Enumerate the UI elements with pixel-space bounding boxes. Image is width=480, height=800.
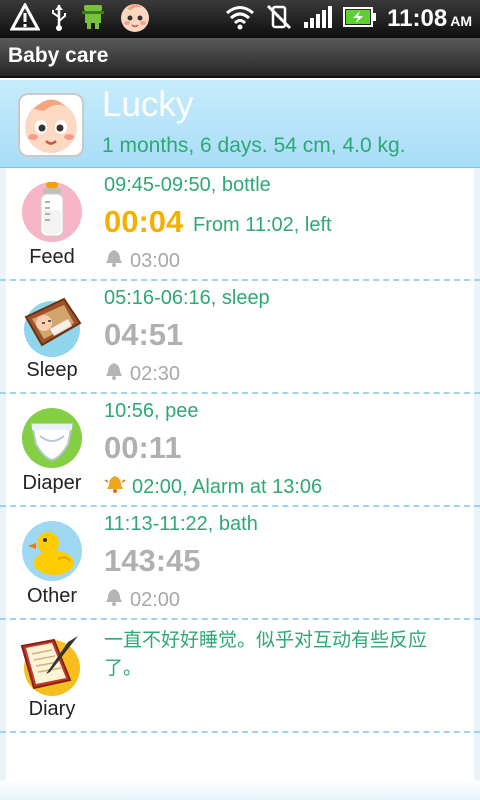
signal-icon	[303, 4, 333, 34]
app-title-bar: Baby care	[0, 38, 480, 78]
alarm-info[interactable]: 02:00	[104, 587, 180, 613]
entry-summary: 09:45-09:50, bottle	[104, 174, 271, 196]
baby-name: Lucky	[102, 85, 194, 124]
elapsed-timer: 00:11	[104, 430, 182, 465]
warning-icon	[9, 1, 41, 35]
alarm-text: 02:00, Alarm at 13:06	[132, 475, 323, 498]
vibrate-icon	[265, 3, 293, 35]
baby-avatar[interactable]	[18, 93, 84, 157]
alarm-text: 02:00	[130, 588, 181, 611]
entry-summary: 10:56, pee	[104, 400, 199, 422]
entry-summary: 11:13-11:22, bath	[104, 513, 258, 535]
diaper-icon	[20, 406, 84, 470]
bell-active-icon	[104, 474, 126, 500]
category-label: Feed	[29, 246, 75, 268]
list-item-other[interactable]: Other 11:13-11:22, bath 143:45 02:00	[0, 507, 480, 620]
elapsed-timer: 04:51	[104, 317, 184, 352]
entry-detail: From 11:02, left	[193, 214, 332, 236]
list-item-diaper[interactable]: Diaper 10:56, pee 00:11 02:00, Alarm at …	[0, 394, 480, 507]
clock-ampm: AM	[450, 13, 472, 29]
bell-icon	[104, 587, 124, 613]
bell-icon	[104, 361, 124, 387]
category-label: Diaper	[22, 472, 82, 494]
android-icon	[78, 2, 108, 36]
category-label: Other	[26, 585, 78, 607]
duck-icon	[20, 519, 84, 583]
battery-charging-icon	[343, 6, 377, 32]
bell-icon	[104, 248, 124, 274]
app-baby-icon	[118, 0, 152, 38]
list-item-sleep[interactable]: Sleep 05:16-06:16, sleep 04:51 02:30	[0, 281, 480, 394]
alarm-text: 03:00	[130, 249, 181, 272]
bottle-icon	[20, 180, 84, 244]
elapsed-timer: 00:04	[104, 204, 184, 239]
app-title: Baby care	[8, 44, 109, 67]
notebook-icon	[20, 632, 84, 696]
entry-summary: 05:16-06:16, sleep	[104, 287, 270, 309]
list-bottom-edge	[0, 780, 480, 800]
crib-icon	[20, 293, 84, 357]
usb-icon	[50, 3, 68, 35]
wifi-icon	[225, 4, 255, 34]
elapsed-timer: 143:45	[104, 543, 201, 578]
alarm-info[interactable]: 03:00	[104, 248, 180, 274]
diary-note: 一直不好好睡觉。似乎对互动有些反应了。	[104, 629, 428, 679]
clock-time: 11:08	[387, 5, 448, 32]
status-bar: 11:08 AM	[0, 0, 480, 38]
list-item-feed[interactable]: Feed 09:45-09:50, bottle 00:04 From 11:0…	[0, 168, 480, 281]
list-item-diary[interactable]: Diary 一直不好好睡觉。似乎对互动有些反应了。	[0, 620, 480, 733]
category-label: Diary	[28, 698, 76, 720]
baby-summary: 1 months, 6 days. 54 cm, 4.0 kg.	[102, 134, 406, 157]
category-label: Sleep	[26, 359, 78, 381]
alarm-text: 02:30	[130, 362, 181, 385]
baby-profile-header[interactable]: Lucky 1 months, 6 days. 54 cm, 4.0 kg.	[0, 80, 480, 168]
alarm-info[interactable]: 02:30	[104, 361, 180, 387]
alarm-info[interactable]: 02:00, Alarm at 13:06	[104, 474, 322, 500]
